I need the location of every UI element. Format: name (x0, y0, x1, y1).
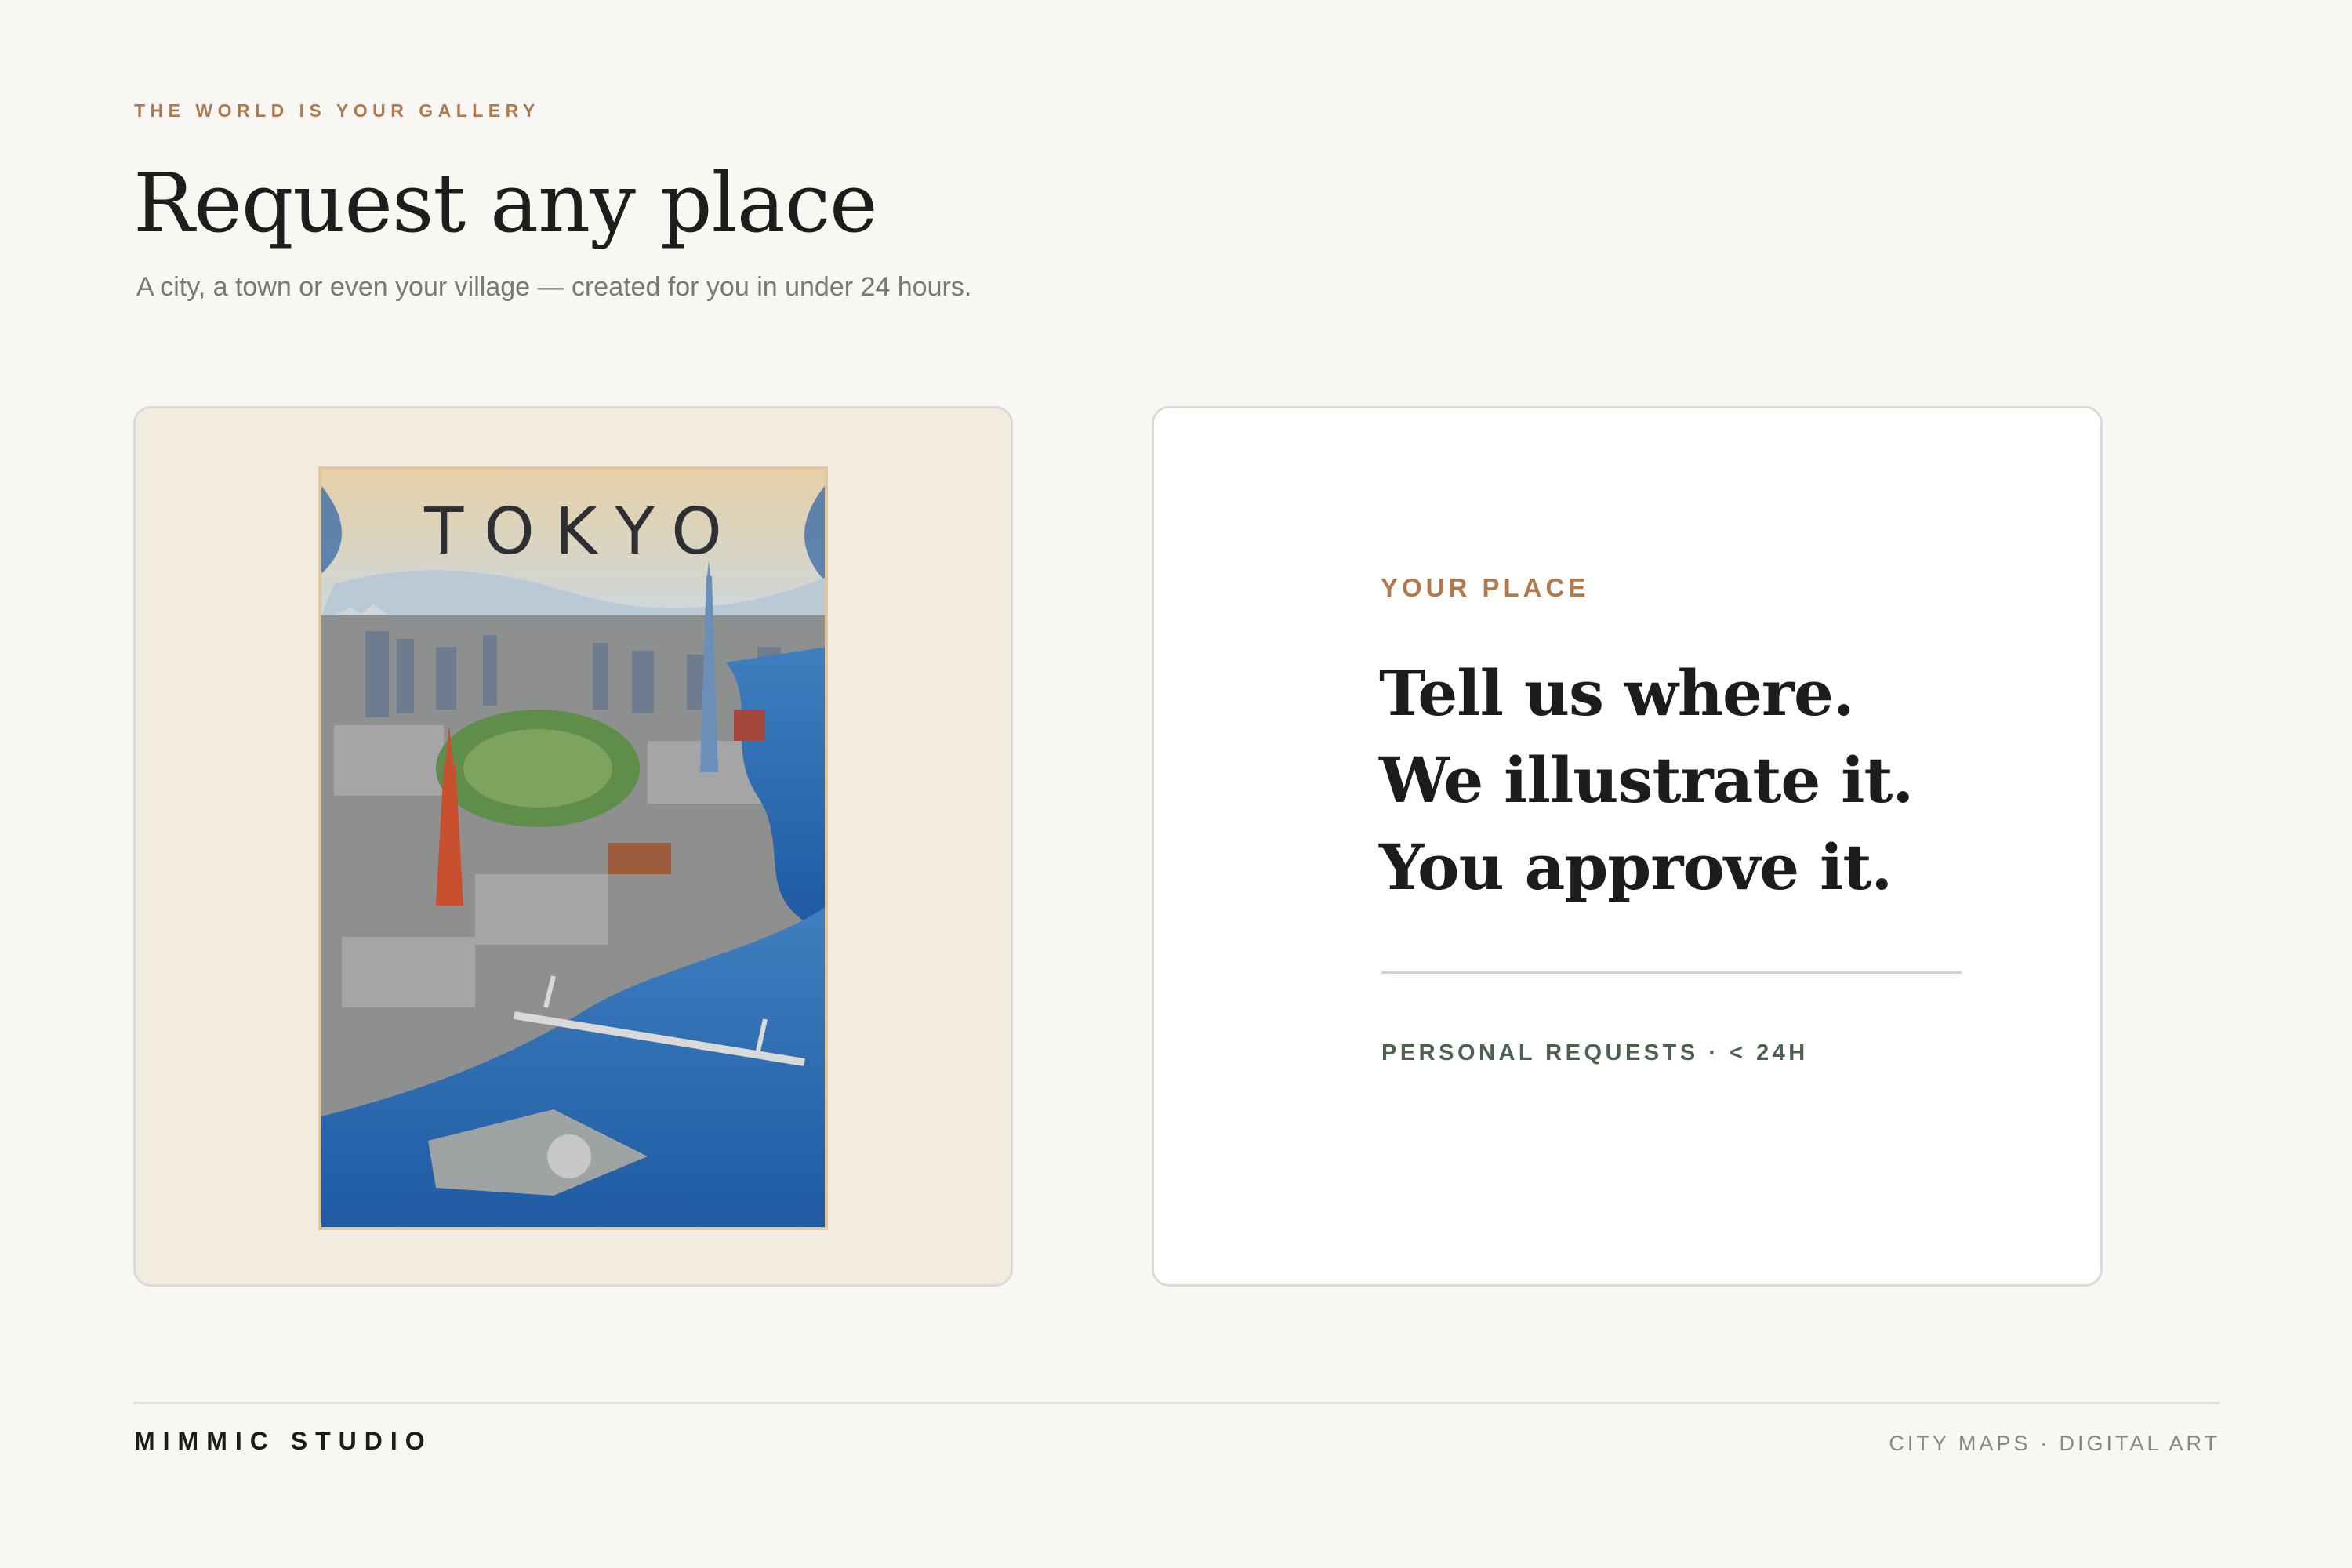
request-info-card: YOUR PLACE Tell us where. We illustrate … (1152, 406, 2103, 1287)
page-subtitle: A city, a town or even your village — cr… (136, 272, 972, 302)
card-divider (1381, 971, 1962, 974)
poster-title: TOKYO (424, 495, 742, 569)
headline-line-2: We illustrate it. (1379, 743, 1914, 817)
headline-line-3: You approve it. (1379, 830, 1893, 904)
tokyo-map-illustration (318, 466, 828, 1230)
card-tagline: PERSONAL REQUESTS · < 24H (1381, 1040, 1809, 1065)
footer-tagline: CITY MAPS · DIGITAL ART (1889, 1432, 2220, 1455)
eyebrow-label: THE WORLD IS YOUR GALLERY (134, 100, 540, 121)
headline-line-1: Tell us where. (1379, 656, 1855, 730)
brand-name[interactable]: MIMMIC STUDIO (134, 1427, 433, 1456)
tokyo-poster-image[interactable]: TOKYO (318, 466, 828, 1230)
card-headline: Tell us where. We illustrate it. You app… (1379, 650, 1914, 911)
footer-divider (133, 1402, 2220, 1404)
poster-card[interactable]: TOKYO (133, 406, 1013, 1287)
card-kicker: YOUR PLACE (1381, 573, 1590, 602)
page-title: Request any place (133, 155, 878, 251)
